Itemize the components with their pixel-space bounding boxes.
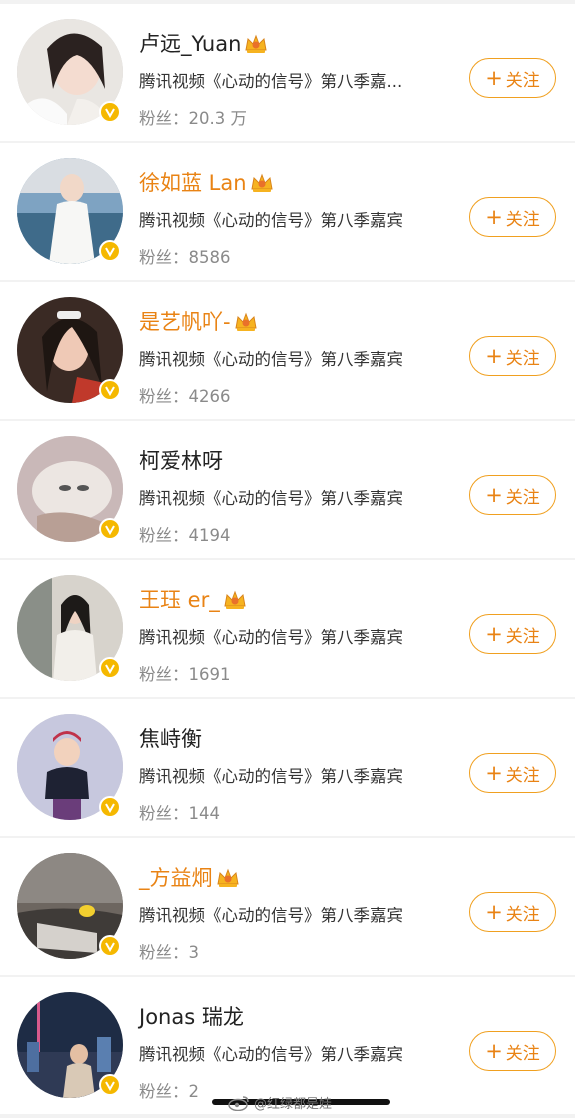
fans-count: 粉丝：8586 xyxy=(139,248,231,267)
user-name[interactable]: 是艺帆吖- xyxy=(139,308,259,336)
plus-icon: + xyxy=(485,761,503,785)
user-row[interactable]: 徐如蓝 Lan 腾讯视频《心动的信号》第八季嘉宾 粉丝：8586 + 关注 xyxy=(0,143,575,280)
follow-button[interactable]: + 关注 xyxy=(469,614,556,654)
verified-icon xyxy=(99,240,121,262)
plus-icon: + xyxy=(485,900,503,924)
user-name[interactable]: 徐如蓝 Lan xyxy=(139,169,275,197)
vip-crown-icon xyxy=(249,172,275,194)
user-description: 腾讯视频《心动的信号》第八季嘉... xyxy=(139,72,403,91)
follow-button[interactable]: + 关注 xyxy=(469,475,556,515)
user-description: 腾讯视频《心动的信号》第八季嘉宾 xyxy=(139,906,403,925)
verified-icon xyxy=(99,935,121,957)
plus-icon: + xyxy=(485,66,503,90)
user-row[interactable]: 是艺帆吖- 腾讯视频《心动的信号》第八季嘉宾 粉丝：4266 + 关注 xyxy=(0,282,575,419)
user-description: 腾讯视频《心动的信号》第八季嘉宾 xyxy=(139,211,403,230)
vip-crown-icon xyxy=(233,311,259,333)
vip-crown-icon xyxy=(215,867,241,889)
avatar[interactable] xyxy=(17,853,123,959)
fans-count: 粉丝：20.3 万 xyxy=(139,109,247,128)
weibo-logo-icon xyxy=(228,1095,249,1111)
fans-count: 粉丝：144 xyxy=(139,804,220,823)
plus-icon: + xyxy=(485,622,503,646)
plus-icon: + xyxy=(485,483,503,507)
user-name[interactable]: _方益炯 xyxy=(139,864,241,892)
vip-crown-icon xyxy=(222,589,248,611)
avatar[interactable] xyxy=(17,575,123,681)
fans-count: 粉丝：4194 xyxy=(139,526,231,545)
user-row[interactable]: 卢远_Yuan 腾讯视频《心动的信号》第八季嘉... 粉丝：20.3 万 + 关注 xyxy=(0,4,575,141)
user-description: 腾讯视频《心动的信号》第八季嘉宾 xyxy=(139,1045,403,1064)
user-description: 腾讯视频《心动的信号》第八季嘉宾 xyxy=(139,767,403,786)
plus-icon: + xyxy=(485,344,503,368)
verified-icon xyxy=(99,101,121,123)
fans-count: 粉丝：1691 xyxy=(139,665,231,684)
user-row[interactable]: 焦峙衡 腾讯视频《心动的信号》第八季嘉宾 粉丝：144 + 关注 xyxy=(0,699,575,836)
avatar[interactable] xyxy=(17,19,123,125)
user-row[interactable]: 王珏 er_ 腾讯视频《心动的信号》第八季嘉宾 粉丝：1691 + 关注 xyxy=(0,560,575,697)
fans-count: 粉丝：3 xyxy=(139,943,199,962)
vip-crown-icon xyxy=(243,33,269,55)
avatar[interactable] xyxy=(17,714,123,820)
user-name[interactable]: 卢远_Yuan xyxy=(139,30,269,58)
verified-icon xyxy=(99,518,121,540)
avatar[interactable] xyxy=(17,992,123,1098)
user-description: 腾讯视频《心动的信号》第八季嘉宾 xyxy=(139,628,403,647)
user-row[interactable]: 柯爱林呀 腾讯视频《心动的信号》第八季嘉宾 粉丝：4194 + 关注 xyxy=(0,421,575,558)
follow-button[interactable]: + 关注 xyxy=(469,197,556,237)
watermark: @红绿都是娃 xyxy=(228,1093,332,1112)
verified-icon xyxy=(99,796,121,818)
user-name[interactable]: 焦峙衡 xyxy=(139,725,202,753)
user-name[interactable]: 柯爱林呀 xyxy=(139,447,223,475)
follow-button[interactable]: + 关注 xyxy=(469,753,556,793)
follow-button[interactable]: + 关注 xyxy=(469,336,556,376)
user-list: 卢远_Yuan 腾讯视频《心动的信号》第八季嘉... 粉丝：20.3 万 + 关注… xyxy=(0,0,575,1118)
user-description: 腾讯视频《心动的信号》第八季嘉宾 xyxy=(139,489,403,508)
verified-icon xyxy=(99,379,121,401)
user-name[interactable]: 王珏 er_ xyxy=(139,586,248,614)
follow-button[interactable]: + 关注 xyxy=(469,892,556,932)
avatar[interactable] xyxy=(17,297,123,403)
fans-count: 粉丝：2 xyxy=(139,1082,199,1101)
follow-button[interactable]: + 关注 xyxy=(469,1031,556,1071)
verified-icon xyxy=(99,1074,121,1096)
verified-icon xyxy=(99,657,121,679)
plus-icon: + xyxy=(485,205,503,229)
follow-button[interactable]: + 关注 xyxy=(469,58,556,98)
user-row[interactable]: _方益炯 腾讯视频《心动的信号》第八季嘉宾 粉丝：3 + 关注 xyxy=(0,838,575,975)
fans-count: 粉丝：4266 xyxy=(139,387,231,406)
avatar[interactable] xyxy=(17,436,123,542)
user-name[interactable]: Jonas 瑞龙 xyxy=(139,1003,244,1031)
avatar[interactable] xyxy=(17,158,123,264)
user-description: 腾讯视频《心动的信号》第八季嘉宾 xyxy=(139,350,403,369)
plus-icon: + xyxy=(485,1039,503,1063)
